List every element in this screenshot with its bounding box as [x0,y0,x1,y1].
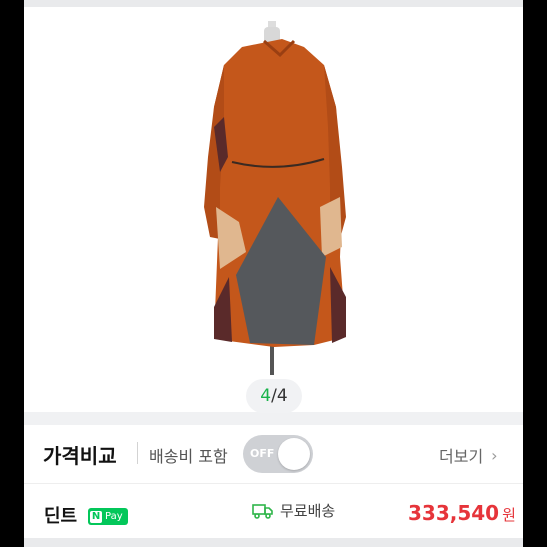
more-link[interactable]: 더보기 › [439,443,498,467]
bottom-strip [24,538,523,547]
price-value: 333,540 [408,501,500,525]
npay-badge-label: Pay [105,511,123,522]
product-image-gallery[interactable]: 4/4 [24,7,523,413]
offer-price[interactable]: 333,540 원 [408,501,516,525]
shipping-included-label: 배송비 포함 [149,447,228,466]
free-shipping: 무료배송 [252,500,335,521]
seller-name[interactable]: 딘트 [44,502,77,528]
product-panel: 4/4 가격비교 배송비 포함 OFF 더보기 › 딘트 N Pay 무료배송 … [24,0,523,547]
toggle-off-label: OFF [250,447,275,460]
shipping-included-toggle[interactable]: OFF [243,435,313,473]
chevron-right-icon: › [491,445,498,465]
more-label: 더보기 [439,447,484,466]
row-divider [24,483,523,484]
price-compare-title: 가격비교 [43,444,117,468]
title-divider [137,442,138,464]
price-currency: 원 [502,506,516,524]
npay-badge: N Pay [88,508,128,525]
image-counter: 4/4 [246,379,302,413]
top-strip [24,0,523,7]
image-counter-total: 4 [276,386,288,406]
product-image [204,21,346,375]
toggle-knob [278,438,310,470]
image-counter-current: 4 [260,386,272,406]
delivery-truck-icon [252,503,273,519]
npay-logo-icon: N [90,510,102,523]
free-shipping-label: 무료배송 [280,502,336,520]
